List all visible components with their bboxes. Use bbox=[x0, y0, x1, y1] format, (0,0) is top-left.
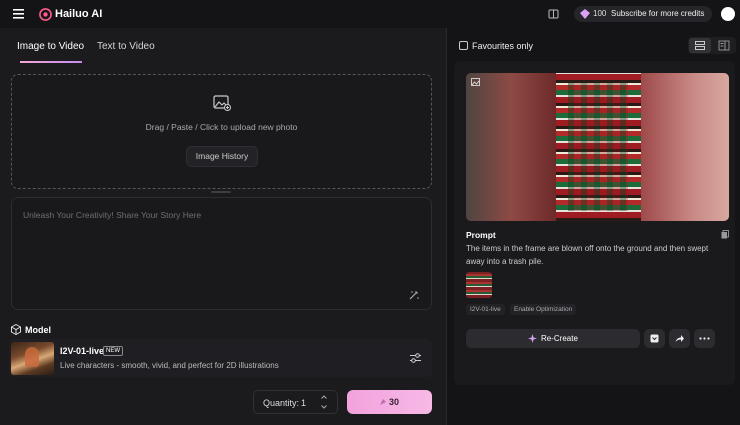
tag-model: I2V-01-live bbox=[466, 304, 505, 315]
library-icon[interactable] bbox=[548, 9, 559, 19]
recreate-button[interactable]: Re-Create bbox=[466, 329, 640, 348]
tab-active-underline bbox=[20, 61, 82, 63]
chevron-down-icon[interactable] bbox=[321, 405, 327, 409]
share-button[interactable] bbox=[669, 329, 690, 348]
prompt-box[interactable]: Unleash Your Creativity! Share Your Stor… bbox=[11, 197, 432, 310]
sparkle-icon bbox=[528, 334, 537, 343]
avatar[interactable] bbox=[721, 7, 735, 21]
credits-pill[interactable]: 100 Subscribe for more credits bbox=[574, 6, 712, 22]
christmas-wall-image bbox=[556, 73, 641, 221]
source-thumbnail[interactable] bbox=[466, 272, 492, 298]
more-options-button[interactable] bbox=[694, 329, 715, 348]
model-description: Live characters - smooth, vivid, and per… bbox=[60, 361, 279, 370]
hailuo-logo-icon bbox=[39, 8, 52, 21]
favourites-label[interactable]: Favourites only bbox=[472, 41, 533, 51]
generator-panel: Image to Video Text to Video Drag / Past… bbox=[0, 28, 446, 425]
recreate-label: Re-Create bbox=[541, 334, 578, 343]
model-name: I2V-01-live bbox=[60, 346, 105, 356]
settings-sliders-icon[interactable] bbox=[410, 353, 421, 363]
blur-right bbox=[641, 73, 729, 221]
generate-cost: 30 bbox=[389, 397, 400, 407]
tab-text-to-video[interactable]: Text to Video bbox=[97, 41, 155, 52]
image-icon bbox=[471, 78, 480, 86]
model-selector[interactable]: I2V-01-live NEW Live characters - smooth… bbox=[9, 339, 432, 377]
image-history-button[interactable]: Image History bbox=[186, 146, 258, 167]
chevron-up-icon[interactable] bbox=[321, 395, 327, 399]
video-preview[interactable] bbox=[466, 73, 729, 221]
model-section-label: Model bbox=[25, 325, 51, 335]
add-image-icon bbox=[213, 95, 231, 111]
download-icon bbox=[650, 334, 659, 343]
magic-wand-icon[interactable] bbox=[409, 290, 419, 300]
download-button[interactable] bbox=[644, 329, 665, 348]
subscribe-link[interactable]: Subscribe for more credits bbox=[611, 9, 704, 18]
detail-view-icon[interactable] bbox=[713, 38, 735, 53]
copy-icon[interactable] bbox=[721, 230, 729, 239]
generate-button[interactable]: 30 bbox=[347, 390, 432, 414]
results-panel: Favourites only Prompt The items in the … bbox=[447, 28, 740, 425]
credits-count: 100 bbox=[593, 9, 607, 18]
blur-left bbox=[466, 73, 556, 221]
prompt-title: Prompt bbox=[466, 230, 496, 240]
menu-icon[interactable] bbox=[13, 9, 24, 19]
upload-dropzone[interactable]: Drag / Paste / Click to upload new photo… bbox=[11, 74, 432, 189]
model-thumbnail bbox=[11, 342, 54, 375]
brand-name[interactable]: Hailuo AI bbox=[55, 8, 102, 20]
upload-instruction: Drag / Paste / Click to upload new photo bbox=[145, 122, 298, 132]
list-view-icon[interactable] bbox=[689, 38, 711, 53]
share-icon bbox=[675, 334, 684, 343]
sweater-overlay bbox=[568, 83, 628, 211]
thumbnail-figure bbox=[25, 347, 39, 367]
prompt-text: The items in the frame are blown off ont… bbox=[466, 244, 709, 266]
tab-image-to-video[interactable]: Image to Video bbox=[17, 41, 84, 52]
quantity-value: 1 bbox=[301, 398, 307, 408]
tag-optimization: Enable Optimization bbox=[510, 304, 577, 315]
favourites-checkbox[interactable] bbox=[459, 41, 468, 50]
view-toggle bbox=[688, 37, 736, 54]
resize-handle[interactable] bbox=[211, 191, 231, 193]
gem-icon bbox=[580, 9, 590, 19]
new-badge: NEW bbox=[103, 346, 123, 356]
prompt-input[interactable]: Unleash Your Creativity! Share Your Stor… bbox=[23, 210, 201, 220]
top-bar: Hailuo AI 100 Subscribe for more credits bbox=[0, 0, 740, 28]
more-icon bbox=[699, 337, 710, 340]
quantity-stepper[interactable]: Quantity: 1 bbox=[253, 390, 338, 414]
cube-icon bbox=[11, 324, 21, 335]
quantity-label: Quantity: bbox=[263, 398, 300, 408]
credit-icon bbox=[379, 398, 387, 406]
